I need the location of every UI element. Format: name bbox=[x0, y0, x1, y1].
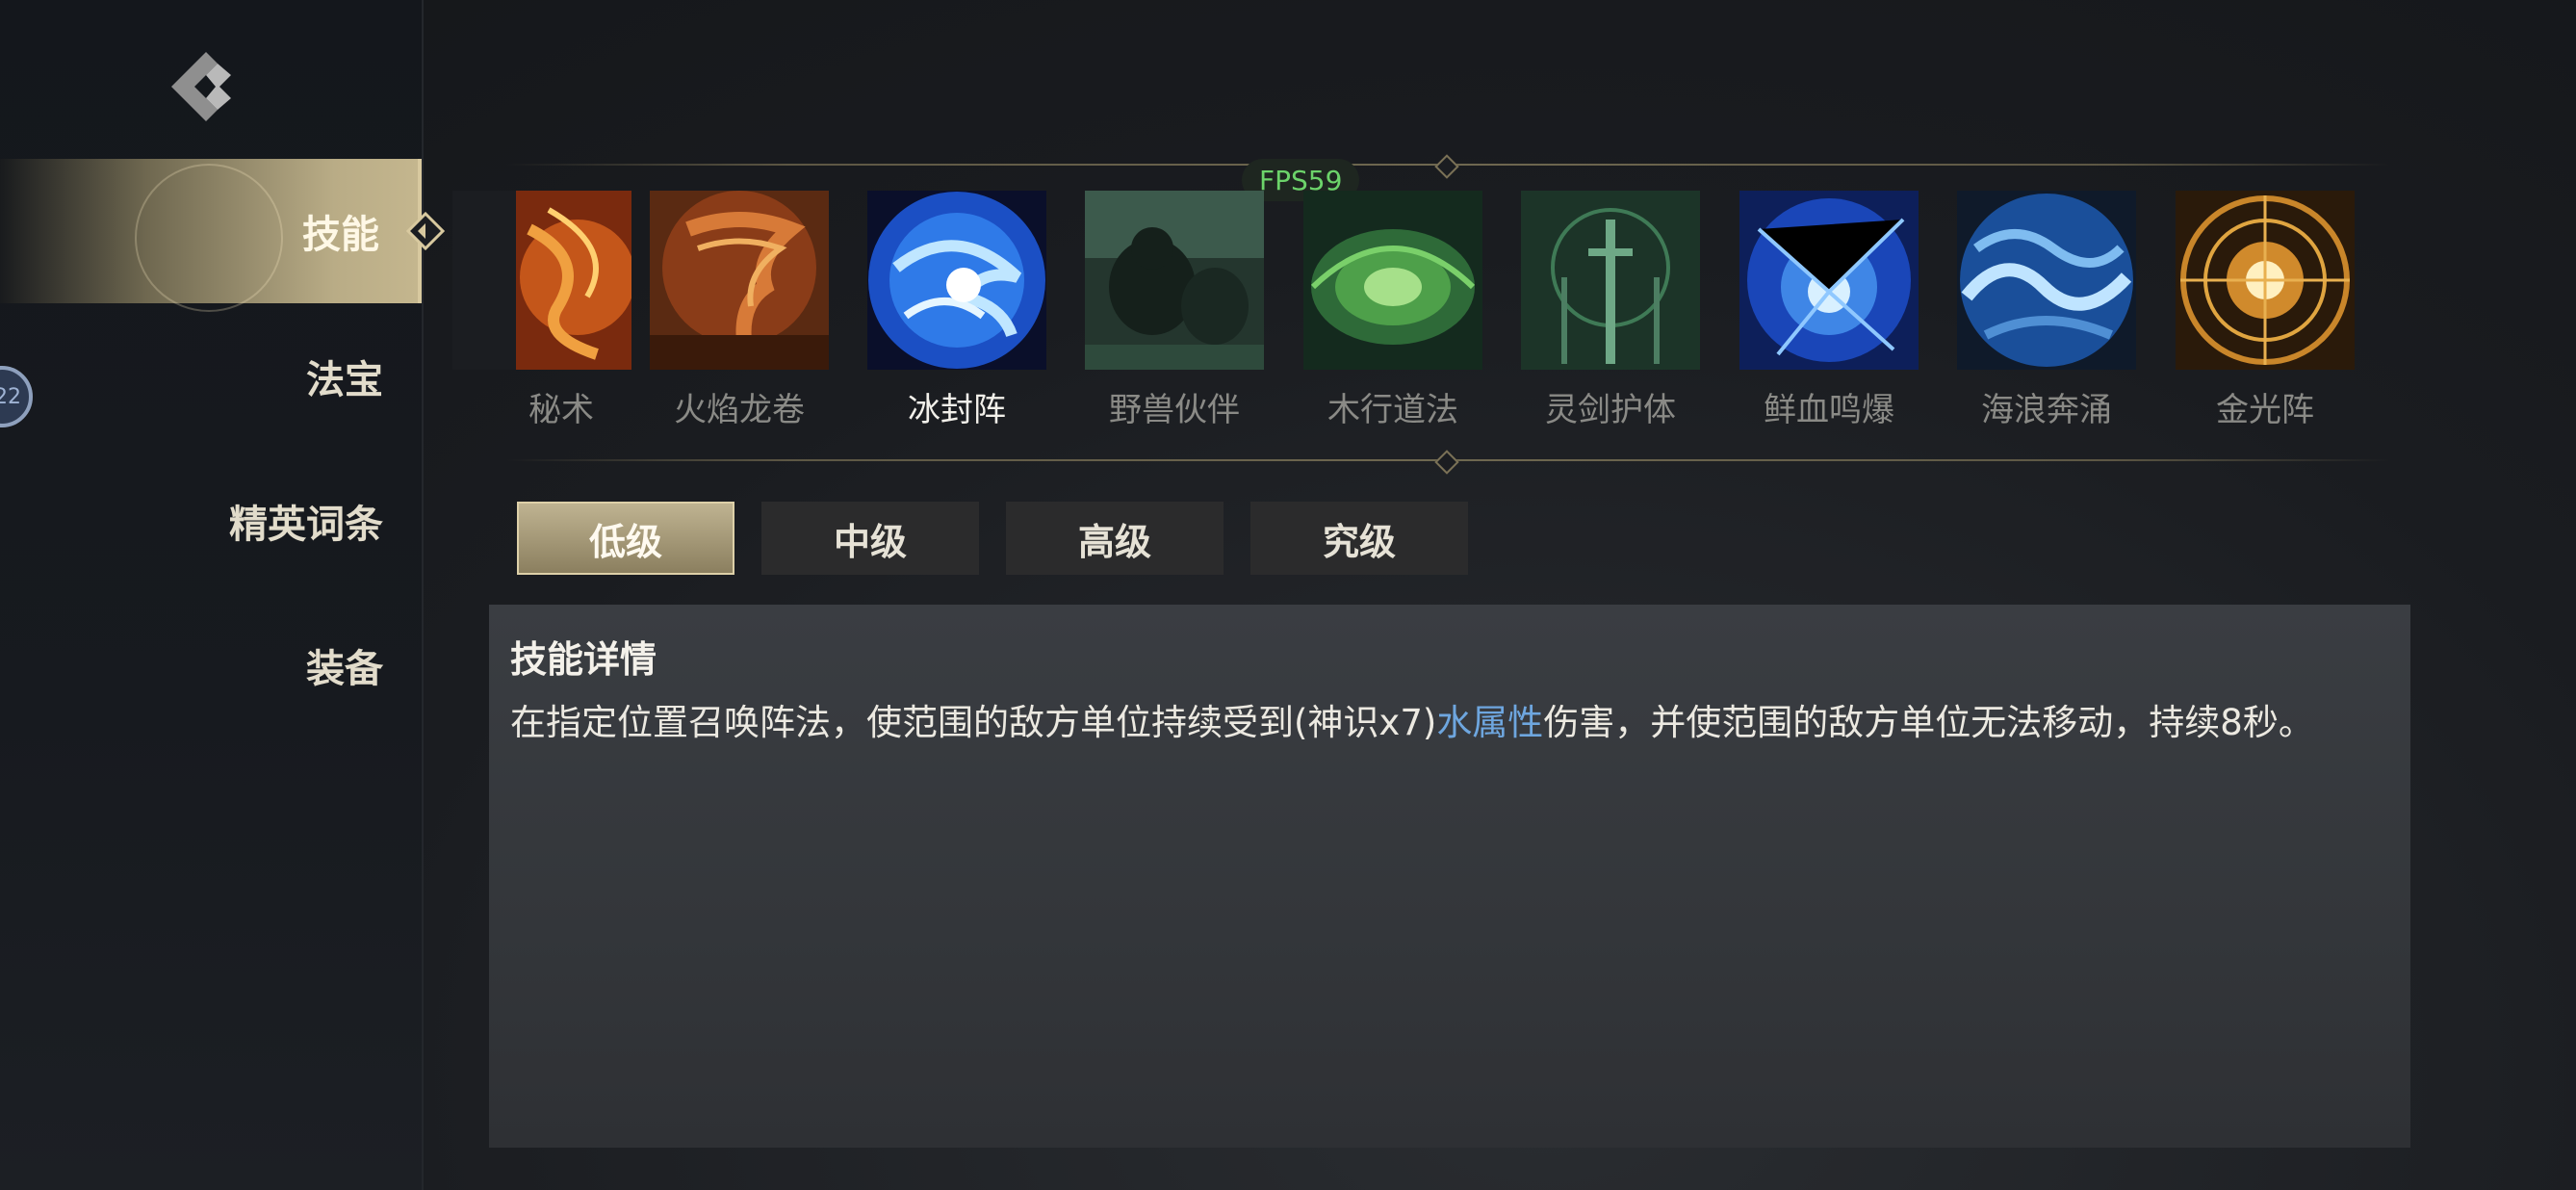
sidebar-item-elite-affix[interactable]: 精英词条 bbox=[0, 449, 422, 593]
skill-name: 金光阵 bbox=[2216, 391, 2314, 429]
tab-label: 低级 bbox=[588, 520, 662, 563]
skill-detail-panel: 技能详情 在指定位置召唤阵法，使范围的敌方单位持续受到(神识x7)水属性伤害，并… bbox=[489, 605, 2410, 1148]
skill-card[interactable]: 灵剑护体 bbox=[1521, 191, 1700, 430]
fire-swirl-art bbox=[452, 191, 631, 370]
sidebar-item-skills[interactable]: 技能 bbox=[0, 159, 445, 312]
tab-high-tier[interactable]: 高级 bbox=[1006, 502, 1224, 575]
skill-name: 鲜血鸣爆 bbox=[1764, 391, 1894, 429]
skill-name: 海浪奔涌 bbox=[1981, 391, 2112, 429]
skill-name: 冰封阵 bbox=[908, 391, 1006, 429]
skill-name: 野兽伙伴 bbox=[1109, 391, 1240, 429]
sidebar-item-equipment[interactable]: 装备 bbox=[0, 593, 422, 737]
sidebar-item-treasure[interactable]: 法宝 bbox=[0, 304, 422, 449]
tab-mid-tier[interactable]: 中级 bbox=[761, 502, 979, 575]
active-indicator-icon bbox=[406, 212, 445, 250]
beast-companion-art bbox=[1085, 191, 1264, 370]
tab-label: 高级 bbox=[1077, 520, 1151, 563]
golden-rune-art bbox=[2176, 191, 2355, 370]
tab-label: 究级 bbox=[1322, 520, 1396, 563]
skill-name: 火焰龙卷 bbox=[674, 391, 805, 429]
wood-circle-art bbox=[1303, 191, 1482, 370]
tab-label: 中级 bbox=[833, 520, 907, 563]
skill-card[interactable]: 金光阵 bbox=[2176, 191, 2355, 430]
skill-card[interactable]: 木行道法 bbox=[1303, 191, 1482, 430]
wave-orb-art bbox=[1957, 191, 2136, 370]
tab-low-tier[interactable]: 低级 bbox=[517, 502, 734, 575]
desc-text: 在指定位置召唤阵法，使范围的敌方单位持续受到(神识x7) bbox=[510, 702, 1437, 743]
skill-card-selected[interactable]: 冰封阵 bbox=[867, 191, 1046, 430]
ice-vortex-art bbox=[867, 191, 1046, 370]
skill-card[interactable]: 野兽伙伴 bbox=[1085, 191, 1264, 430]
sidebar-item-label: 技能 bbox=[302, 213, 379, 257]
skill-card[interactable]: 海浪奔涌 bbox=[1957, 191, 2136, 430]
blue-burst-art bbox=[1739, 191, 1919, 370]
skill-card[interactable]: 鲜血鸣爆 bbox=[1739, 191, 1919, 430]
spirit-swords-art bbox=[1521, 191, 1700, 370]
sidebar-item-label: 精英词条 bbox=[229, 503, 383, 547]
tab-ultimate-tier[interactable]: 究级 bbox=[1250, 502, 1468, 575]
desc-text: 伤害，并使范围的敌方单位无法移动，持续8秒。 bbox=[1543, 702, 2314, 743]
sidebar-item-label: 装备 bbox=[306, 647, 383, 691]
skill-name: 秘术 bbox=[528, 391, 594, 429]
skill-name: 木行道法 bbox=[1327, 391, 1458, 429]
element-keyword: 水属性 bbox=[1436, 702, 1544, 743]
sidebar-item-label: 法宝 bbox=[306, 358, 383, 402]
detail-title: 技能详情 bbox=[510, 638, 657, 681]
sidebar: 22 技能 法宝 精英词条 装备 bbox=[0, 0, 445, 1190]
skill-card[interactable]: 火焰龙卷 bbox=[650, 191, 829, 430]
skill-card[interactable]: 秘术 bbox=[452, 191, 631, 430]
detail-description: 在指定位置召唤阵法，使范围的敌方单位持续受到(神识x7)水属性伤害，并使范围的敌… bbox=[510, 693, 2378, 753]
fire-tornado-art bbox=[650, 191, 829, 370]
sun-decoration bbox=[135, 164, 283, 312]
strip-bottom-ornament bbox=[1434, 450, 1459, 475]
skill-name: 灵剑护体 bbox=[1545, 391, 1676, 429]
back-arrow-icon[interactable] bbox=[164, 48, 241, 125]
strip-top-ornament bbox=[1434, 154, 1459, 179]
